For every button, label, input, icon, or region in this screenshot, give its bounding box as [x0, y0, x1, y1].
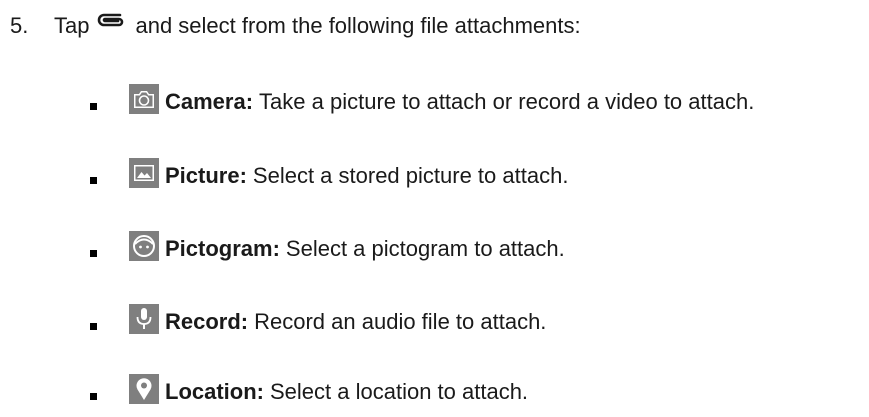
- term-pictogram: Pictogram:: [165, 236, 280, 261]
- term-record: Record:: [165, 309, 249, 334]
- location-pin-icon: [129, 374, 159, 404]
- microphone-icon: [129, 304, 159, 334]
- paperclip-icon: [95, 6, 127, 30]
- list-item-camera: Camera: Take a picture to attach or reco…: [90, 84, 754, 120]
- term-camera: Camera:: [165, 89, 254, 114]
- term-location: Location:: [165, 379, 264, 404]
- picture-icon: [129, 158, 159, 188]
- pictogram-icon: [129, 231, 159, 261]
- bullet: [90, 249, 97, 257]
- bullet: [90, 392, 97, 400]
- bullet: [90, 176, 97, 184]
- list-item-location: Location: Select a location to attach.: [90, 374, 528, 410]
- step-text-before: Tap: [54, 13, 90, 38]
- step-text-after: and select from the following file attac…: [135, 13, 581, 38]
- bullet: [90, 322, 97, 330]
- camera-icon: [129, 84, 159, 114]
- term-picture: Picture:: [165, 163, 247, 188]
- description-camera: Take a picture to attach or record a vid…: [259, 89, 755, 114]
- instruction-step: 5. Tap and select from the following fil…: [0, 0, 869, 417]
- list-item-record: Record: Record an audio file to attach.: [90, 304, 546, 340]
- list-item-pictogram: Pictogram: Select a pictogram to attach.: [90, 231, 565, 267]
- description-record: Record an audio file to attach.: [254, 309, 547, 334]
- step-number: 5.: [10, 13, 29, 38]
- list-item-picture: Picture: Select a stored picture to atta…: [90, 158, 568, 194]
- description-pictogram: Select a pictogram to attach.: [285, 236, 565, 261]
- step-line: 5. Tap and select from the following fil…: [10, 6, 581, 46]
- bullet: [90, 102, 97, 110]
- description-picture: Select a stored picture to attach.: [252, 163, 569, 188]
- description-location: Select a location to attach.: [270, 379, 529, 404]
